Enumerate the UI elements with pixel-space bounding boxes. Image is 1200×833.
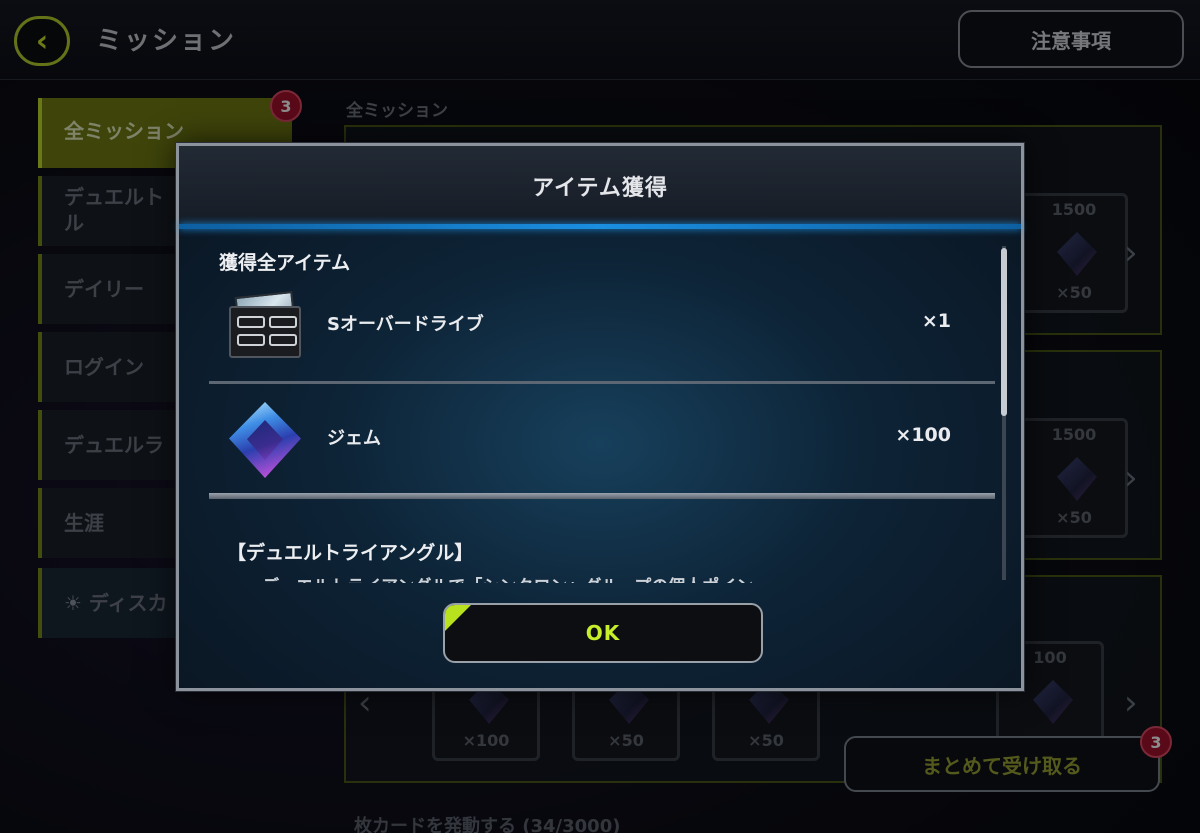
item-list[interactable]: 獲得全アイテム Sオーバードライブ ×1 ジェム ×100 【デュエルトライアン… (209, 238, 999, 583)
item-acquired-dialog: アイテム獲得 獲得全アイテム Sオーバードライブ ×1 ジェム ×100 【デュ… (176, 143, 1024, 691)
description-title: 【デュエルトライアングル】 (227, 542, 474, 564)
item-name: ジェム (327, 428, 381, 449)
item-quantity: ×100 (895, 424, 951, 446)
list-heading: 獲得全アイテム (219, 252, 351, 274)
item-name: Sオーバードライブ (327, 314, 484, 335)
gem-icon (229, 402, 301, 478)
dialog-title: アイテム獲得 (532, 176, 668, 201)
list-item: Sオーバードライブ ×1 (209, 274, 995, 374)
ok-button[interactable]: OK (443, 603, 763, 663)
section-divider (209, 493, 995, 499)
row-divider (209, 381, 995, 384)
ok-label: OK (585, 621, 621, 645)
card-icon (229, 291, 301, 360)
item-quantity: ×1 (921, 310, 951, 332)
scrollbar-thumb[interactable] (1001, 248, 1007, 416)
description-text: ・デュエルトライアングルで「シンクロン」グループの個人ポイン (245, 572, 753, 583)
button-accent (445, 605, 471, 631)
dialog-header: アイテム獲得 (179, 146, 1021, 226)
header-divider (179, 224, 1021, 229)
list-item: ジェム ×100 (209, 388, 995, 488)
